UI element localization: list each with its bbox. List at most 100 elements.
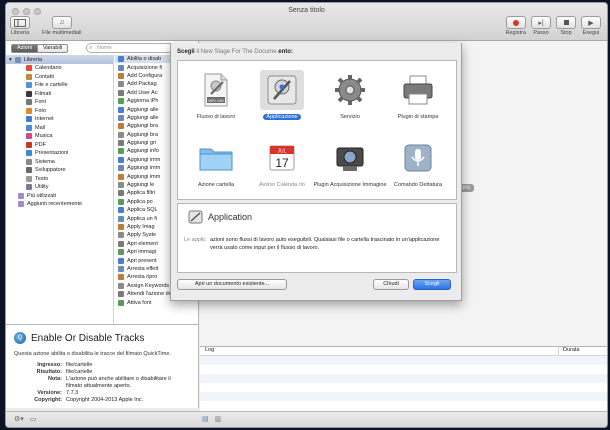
library-item[interactable]: Font — [6, 98, 113, 107]
duration-column-header[interactable]: Durata — [559, 347, 607, 355]
tab-variables[interactable]: Variabili — [37, 44, 69, 53]
action-icon — [118, 64, 124, 71]
detail-value: file/cartelle — [66, 369, 93, 375]
search-icon: ⌕ — [89, 45, 93, 51]
category-icon — [26, 73, 32, 80]
library-item[interactable]: Utility — [6, 183, 113, 192]
action-icon — [118, 182, 124, 189]
workflow-icon: WFLOW — [194, 70, 238, 110]
description-details: Ingresso: file/cartelle Risultato: file/car… — [16, 362, 196, 403]
close-button[interactable]: Chiudi — [373, 279, 409, 290]
tile-print-plugin[interactable]: Plugin di stampa — [386, 65, 450, 129]
action-icon — [118, 232, 124, 239]
run-button[interactable]: ▶ Esegui — [581, 16, 601, 36]
library-item[interactable]: Musica — [6, 132, 113, 141]
list-view-icon[interactable]: ▤ — [202, 415, 209, 423]
detail-key: Versione: — [37, 390, 62, 396]
library-item[interactable]: Calendario — [6, 64, 113, 73]
microphone-icon — [396, 138, 440, 178]
detail-value: L'azione può anche abilitare o disabilit… — [66, 376, 171, 382]
media-button[interactable]: ♫ File multimediali — [42, 16, 81, 36]
action-icon — [118, 249, 124, 256]
log-panel: Log Durata — [200, 346, 607, 413]
library-button[interactable]: Libreria — [10, 16, 30, 36]
type-info-box: Application Le applic azioni sono flussi… — [177, 203, 457, 273]
category-icon — [26, 175, 32, 182]
library-item[interactable]: Sviluppatore — [6, 166, 113, 175]
log-row — [200, 365, 607, 374]
disclosure-triangle-icon: ▾ — [9, 56, 12, 63]
detail-value: filmato attualmente aperto. — [66, 383, 132, 389]
library-item[interactable]: Testo — [6, 175, 113, 184]
toolbar-left: Libreria ♫ File multimediali — [10, 16, 81, 36]
tile-workflow[interactable]: WFLOW Flusso di lavoro — [184, 65, 248, 129]
library-item[interactable]: Mail — [6, 124, 113, 133]
run-icon: ▶ — [581, 16, 601, 29]
action-icon — [118, 299, 124, 306]
detail-value: 7.7.3 — [66, 390, 79, 396]
detail-key: Ingresso: — [37, 362, 62, 368]
category-icon — [26, 65, 32, 72]
detail-value: file/cartelle — [66, 362, 93, 368]
tab-actions[interactable]: Azioni — [11, 44, 38, 53]
folder-icon — [194, 138, 238, 178]
tile-folder-action[interactable]: Azione cartella — [184, 133, 248, 197]
library-item[interactable]: File e cartelle — [6, 81, 113, 90]
action-icon — [118, 291, 124, 298]
smart-group-item[interactable]: Aggiunti recentemente — [6, 200, 113, 209]
tile-dictation-command[interactable]: Comando Dettatura — [386, 133, 450, 197]
calendar-icon: JUL 17 — [260, 138, 304, 178]
action-icon — [118, 274, 124, 281]
document-type-grid: WFLOW Flusso di lavoro Applicazione Serv… — [177, 60, 457, 200]
library-item[interactable]: Internet — [6, 115, 113, 124]
action-icon — [118, 56, 124, 63]
tile-application[interactable]: Applicazione — [250, 65, 314, 129]
action-icon — [118, 257, 124, 264]
library-item[interactable]: Contatti — [6, 73, 113, 82]
smart-group-item[interactable]: Più utilizzati — [6, 192, 113, 201]
type-info-text: azioni sono flussi di lavoro auto esegui… — [210, 237, 440, 251]
gear-icon[interactable]: ⚙▾ — [14, 415, 24, 423]
tile-service[interactable]: Servizio — [318, 65, 382, 129]
action-icon — [118, 156, 124, 163]
description-toggle-icon[interactable]: ▭ — [30, 415, 37, 423]
action-icon — [118, 89, 124, 96]
library-item[interactable]: Sistema — [6, 158, 113, 167]
bottom-bar: ⚙▾ ▭ ▤ ▥ — [6, 411, 607, 427]
log-column-header[interactable]: Log — [200, 347, 559, 355]
choose-button[interactable]: Scegli — [413, 279, 451, 290]
svg-text:WFLOW: WFLOW — [208, 98, 224, 103]
sheet-title: Scegli il New Stage For The Docume ento: — [177, 49, 293, 55]
action-icon — [118, 140, 124, 147]
action-icon — [118, 114, 124, 121]
category-icon — [26, 141, 32, 148]
category-icon — [26, 99, 32, 106]
log-row — [200, 401, 607, 410]
media-icon: ♫ — [51, 16, 72, 29]
stop-icon — [556, 16, 576, 29]
action-icon — [118, 265, 124, 272]
stop-button[interactable]: Stop — [556, 16, 576, 36]
action-icon — [118, 81, 124, 88]
step-icon: ▸| — [531, 16, 551, 29]
record-button[interactable]: Registra — [506, 16, 526, 36]
document-type-sheet: Scegli il New Stage For The Docume ento:… — [170, 43, 462, 301]
library-item[interactable]: Filmati — [6, 90, 113, 99]
log-row — [200, 356, 607, 365]
tile-image-capture-plugin[interactable]: Plugin Acquisizione Immagine — [313, 133, 387, 197]
library-item[interactable]: Presentazioni — [6, 149, 113, 158]
svg-text:JUL: JUL — [278, 149, 287, 155]
library-item[interactable]: PDF — [6, 141, 113, 150]
automator-window: Senza titolo Libreria ♫ File multimedial… — [5, 2, 608, 428]
category-icon — [26, 150, 32, 157]
split-view-icon[interactable]: ▥ — [215, 415, 222, 423]
library-header[interactable]: ▾ Libreria — [6, 55, 113, 64]
step-button[interactable]: ▸| Passo — [531, 16, 551, 36]
action-icon — [118, 165, 124, 172]
library-folder-icon — [14, 56, 21, 63]
actions-variables-toggle: Azioni Variabili — [11, 44, 69, 53]
open-existing-document-button[interactable]: Apri un documento esistente... — [177, 279, 287, 290]
svg-text:17: 17 — [275, 156, 289, 170]
library-item[interactable]: Foto — [6, 107, 113, 116]
tile-calendar-alarm[interactable]: JUL 17 Avviso Calenda rio — [250, 133, 314, 197]
